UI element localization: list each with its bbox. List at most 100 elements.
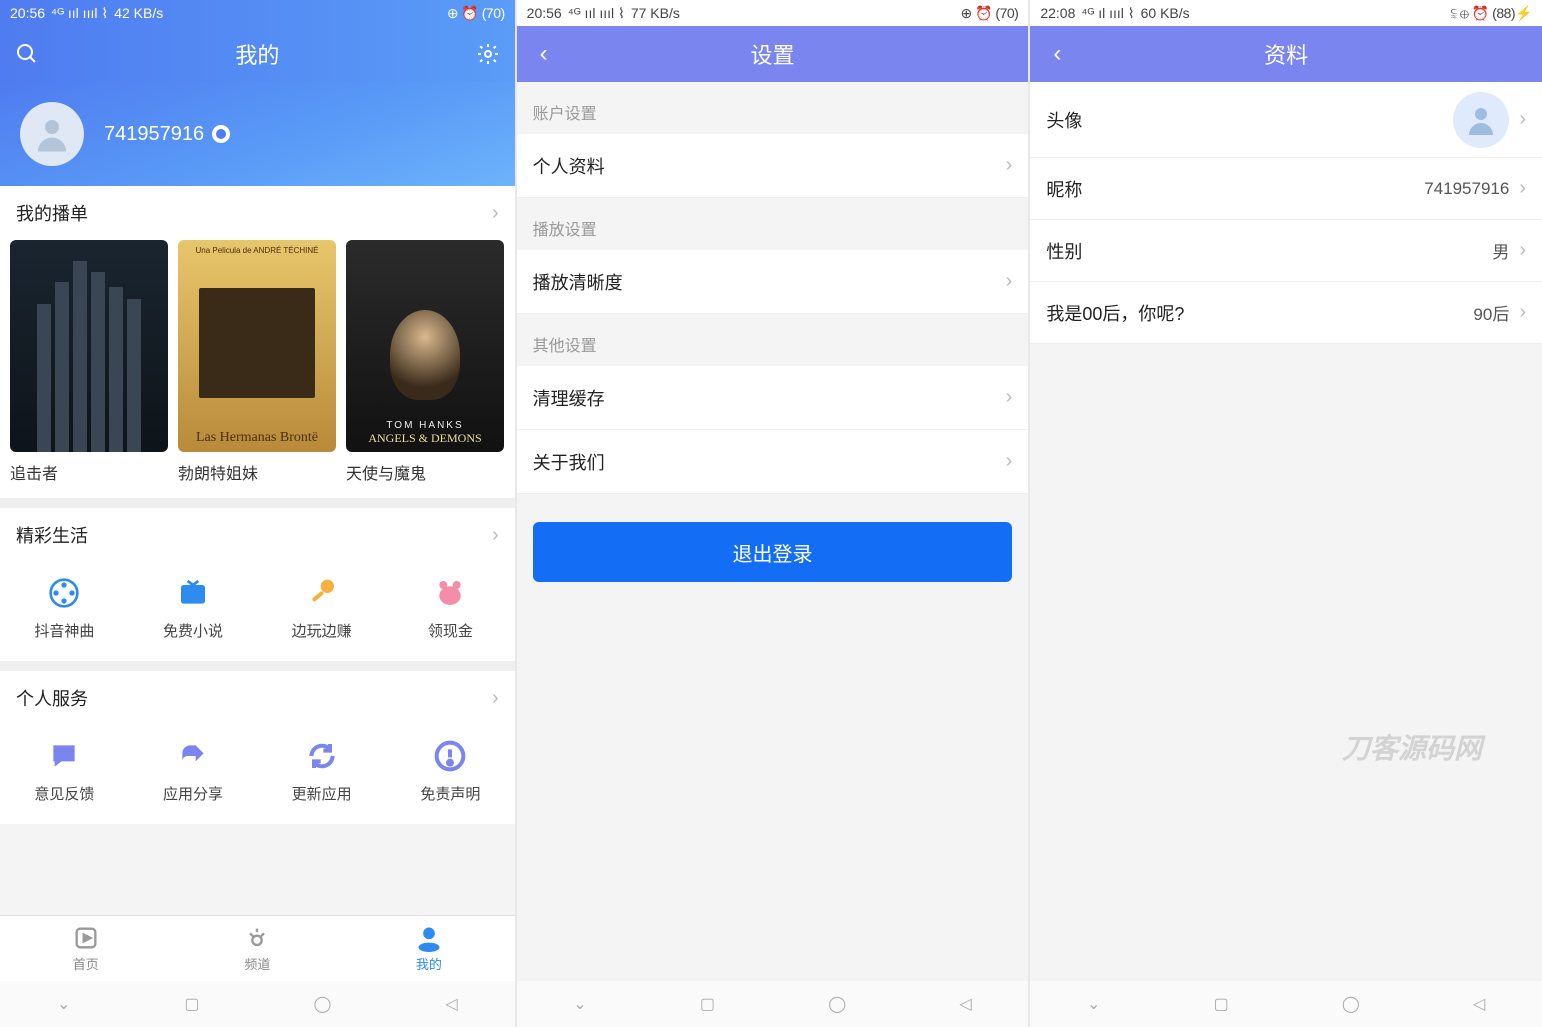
playlist-item[interactable]: TOM HANKS ANGELS & DEMONS 天使与魔鬼 [346,240,504,484]
row-gender[interactable]: 性别 男 › [1030,220,1542,282]
page-title: 资料 [1070,38,1502,70]
status-signal: ⁴ᴳ ıl ıııl ⌇ [1081,5,1134,22]
row-label: 关于我们 [533,449,605,475]
chevron-right-icon: › [1519,177,1526,200]
playlist-item[interactable]: Una Pelicula de ANDRÉ TÉCHINÉ Las Herman… [178,240,336,484]
status-bar: 20:56 ⁴ᴳ ııl ıııl ⌇ 77 KB/s ⊕ ⏰ (70) [517,0,1029,26]
row-personal-info[interactable]: 个人资料 › [517,134,1029,198]
navbar: ‹ 设置 [517,26,1029,82]
row-about-us[interactable]: 关于我们 › [517,430,1029,494]
tab-mine[interactable]: 我的 [343,916,515,981]
playlist-item[interactable]: 追击者 [10,240,168,484]
chevron-right-icon: › [1006,386,1013,409]
section-header-other: 其他设置 [517,314,1029,366]
android-nav-bar: ⌄ ▢ ◯ ◁ [1030,981,1542,1027]
row-label: 播放清晰度 [533,269,623,295]
tab-channel[interactable]: 频道 [172,916,344,981]
chevron-right-icon: › [1519,239,1526,262]
chevron-right-icon: › [1006,450,1013,473]
feature-share-app[interactable]: 应用分享 [129,739,258,804]
poster-image: Una Pelicula de ANDRÉ TÉCHINÉ Las Herman… [178,240,336,452]
screen-settings: 20:56 ⁴ᴳ ııl ıııl ⌇ 77 KB/s ⊕ ⏰ (70) ‹ 设… [517,0,1029,1027]
back-icon[interactable]: ◁ [959,994,971,1014]
recents-icon[interactable]: ▢ [1214,994,1229,1014]
feature-disclaimer[interactable]: 免责声明 [386,739,515,804]
life-features: 抖音神曲 免费小说 边玩边赚 领现金 [0,562,515,661]
chat-icon [47,739,81,773]
playlist-item-title: 天使与魔鬼 [346,460,504,484]
back-icon[interactable]: ‹ [531,41,557,67]
navbar: ‹ 资料 [1030,26,1542,82]
playlist-covers: 追击者 Una Pelicula de ANDRÉ TÉCHINÉ Las He… [0,240,515,498]
tv-icon [176,576,210,610]
section-header-playback: 播放设置 [517,198,1029,250]
row-playback-quality[interactable]: 播放清晰度 › [517,250,1029,314]
row-clear-cache[interactable]: 清理缓存 › [517,366,1029,430]
feature-label: 领现金 [428,620,473,641]
recents-icon[interactable]: ▢ [184,994,199,1014]
feature-play-earn[interactable]: 边玩边赚 [257,576,386,641]
feature-label: 抖音神曲 [34,620,94,641]
tab-label: 频道 [244,954,270,973]
row-age-group[interactable]: 我是00后，你呢? 90后› [1030,282,1542,344]
search-icon[interactable] [14,41,40,67]
bear-icon [433,576,467,610]
settings-icon[interactable] [475,41,501,67]
section-label: 我的播单 [16,200,88,226]
section-label: 个人服务 [16,685,88,711]
chevron-right-icon: › [492,202,499,225]
feature-douyin-music[interactable]: 抖音神曲 [0,576,129,641]
row-value: 男 [1492,238,1509,263]
home-icon[interactable]: ◯ [1342,994,1360,1014]
playlist-item-title: 追击者 [10,460,168,484]
status-bar: 20:56 ⁴ᴳ ııl ıııl ⌇ 42 KB/s ⊕ ⏰ (70) [0,0,515,26]
poster-image: TOM HANKS ANGELS & DEMONS [346,240,504,452]
tab-label: 首页 [73,954,99,973]
service-features: 意见反馈 应用分享 更新应用 免责声明 [0,725,515,824]
refresh-icon [305,739,339,773]
status-signal: ⁴ᴳ ııl ıııl ⌇ [51,5,108,22]
poster-image [10,240,168,452]
share-icon [176,739,210,773]
row-label: 性别 [1046,238,1082,264]
user-id: 741957916 [104,123,204,146]
section-life[interactable]: 精彩生活 › [0,508,515,562]
feature-label: 意见反馈 [34,783,94,804]
feature-update-app[interactable]: 更新应用 [257,739,386,804]
back-icon[interactable]: ◁ [445,994,457,1014]
feature-get-cash[interactable]: 领现金 [386,576,515,641]
feature-feedback[interactable]: 意见反馈 [0,739,129,804]
chevron-down-icon[interactable]: ⌄ [573,994,586,1014]
back-icon[interactable]: ◁ [1473,994,1485,1014]
row-nickname[interactable]: 昵称 741957916› [1030,158,1542,220]
playlist-item-title: 勃朗特姐妹 [178,460,336,484]
chevron-down-icon[interactable]: ⌄ [1087,994,1100,1014]
film-reel-icon [47,576,81,610]
row-label: 清理缓存 [533,385,605,411]
status-speed: 42 KB/s [114,5,163,21]
watermark: 刀客源码网 [1342,727,1482,767]
chevron-right-icon: › [1519,108,1526,131]
section-service[interactable]: 个人服务 › [0,671,515,725]
logout-button[interactable]: 退出登录 [533,522,1013,582]
back-icon[interactable]: ‹ [1044,41,1070,67]
info-icon [433,739,467,773]
row-value: 90后 [1473,300,1509,325]
avatar[interactable] [20,102,84,166]
section-my-playlist[interactable]: 我的播单 › [0,186,515,240]
chevron-right-icon: › [1006,270,1013,293]
tab-home[interactable]: 首页 [0,916,172,981]
row-avatar[interactable]: 头像 › [1030,82,1542,158]
status-signal: ⁴ᴳ ııl ıııl ⌇ [568,5,625,22]
feature-label: 免费小说 [163,620,223,641]
home-icon[interactable]: ◯ [828,994,846,1014]
avatar [1453,92,1509,148]
feature-label: 更新应用 [292,783,352,804]
status-speed: 77 KB/s [631,5,680,21]
home-icon[interactable]: ◯ [313,994,331,1014]
chevron-down-icon[interactable]: ⌄ [57,994,70,1014]
feature-free-novel[interactable]: 免费小说 [129,576,258,641]
recents-icon[interactable]: ▢ [700,994,715,1014]
tab-bar: 首页 频道 我的 [0,915,515,981]
profile-header[interactable]: 741957916 [0,82,515,186]
